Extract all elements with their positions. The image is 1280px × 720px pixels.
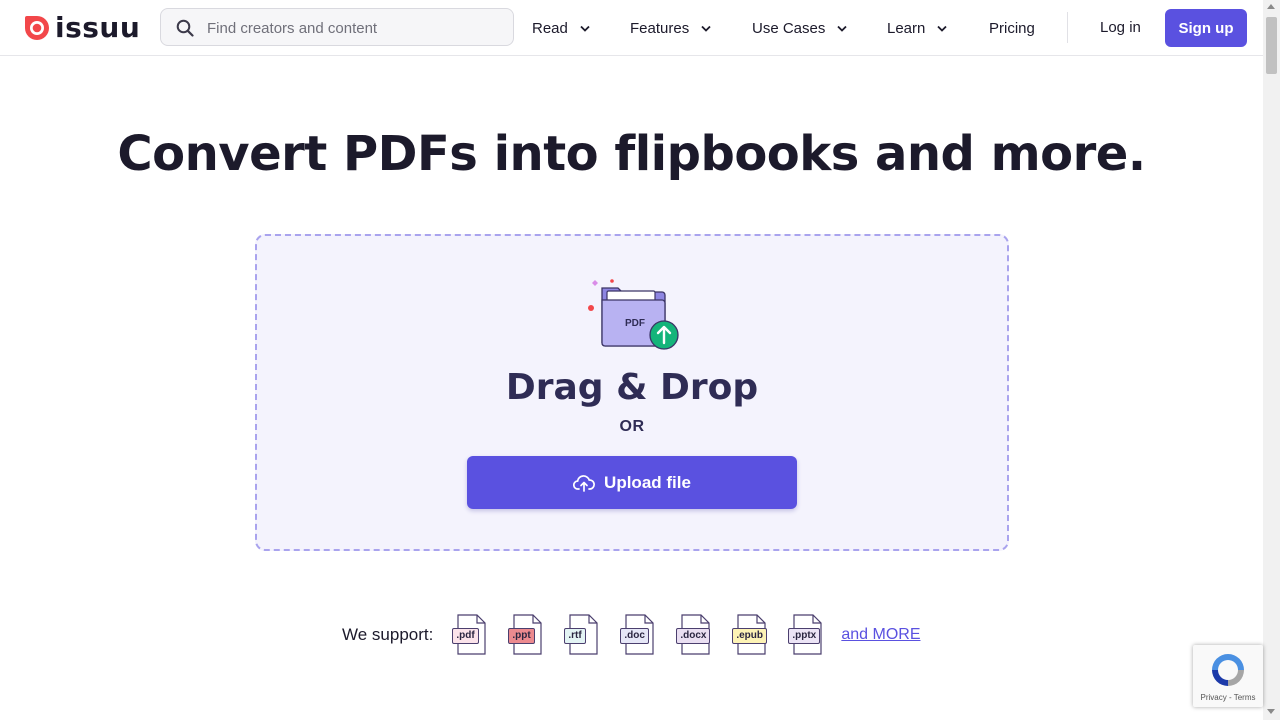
search-input[interactable] bbox=[205, 9, 509, 47]
logo-wordmark: issuu bbox=[55, 11, 141, 44]
file-format-icon: .ppt bbox=[505, 614, 545, 656]
file-format-icon: .pdf bbox=[449, 614, 489, 656]
file-format-icon: .pptx bbox=[785, 614, 825, 656]
more-formats-link[interactable]: and MORE bbox=[841, 626, 920, 644]
nav-learn-label: Learn bbox=[887, 19, 926, 37]
issuu-logo-icon bbox=[25, 16, 49, 40]
scroll-down-arrow-icon[interactable] bbox=[1267, 709, 1275, 714]
format-icon-list: .pdf .ppt .rtf .doc .docx .epub .pptx bbox=[449, 614, 841, 656]
upload-file-button[interactable]: Upload file bbox=[467, 456, 797, 509]
folder-pdf-label: PDF bbox=[625, 318, 645, 329]
chevron-down-icon bbox=[837, 25, 847, 32]
file-format-label: .doc bbox=[620, 628, 649, 644]
issuu-logo[interactable]: issuu bbox=[24, 13, 140, 43]
signup-button[interactable]: Sign up bbox=[1165, 9, 1247, 47]
supported-formats-row: We support: .pdf .ppt .rtf .doc .docx .epub .p… bbox=[342, 614, 920, 656]
file-format-label: .docx bbox=[676, 628, 711, 644]
nav-use-cases-label: Use Cases bbox=[752, 19, 826, 37]
file-format-icon: .doc bbox=[617, 614, 657, 656]
file-format-icon: .rtf bbox=[561, 614, 601, 656]
recaptcha-icon bbox=[1212, 654, 1244, 686]
nav-features-label: Features bbox=[630, 19, 690, 37]
scroll-up-arrow-icon[interactable] bbox=[1267, 4, 1275, 9]
support-label: We support: bbox=[342, 625, 434, 644]
nav-use-cases[interactable]: Use Cases bbox=[752, 16, 847, 40]
chevron-down-icon bbox=[580, 25, 590, 32]
or-separator: OR bbox=[619, 418, 645, 435]
scroll-thumb[interactable] bbox=[1266, 17, 1277, 74]
upload-file-label: Upload file bbox=[604, 472, 691, 492]
nav-read-label: Read bbox=[532, 19, 568, 37]
file-format-label: .ppt bbox=[508, 628, 535, 644]
file-format-label: .pptx bbox=[788, 628, 821, 644]
top-navigation-bar: issuu Read Features Use Cases Learn Pric… bbox=[0, 0, 1263, 56]
file-format-label: .epub bbox=[732, 628, 768, 644]
file-format-icon: .epub bbox=[729, 614, 769, 656]
search-box[interactable] bbox=[160, 8, 514, 47]
nav-learn[interactable]: Learn bbox=[887, 16, 948, 40]
nav-pricing[interactable]: Pricing bbox=[989, 16, 1035, 40]
page-scrollbar[interactable] bbox=[1263, 0, 1280, 720]
nav-features[interactable]: Features bbox=[630, 16, 711, 40]
nav-divider bbox=[1067, 12, 1068, 43]
recaptcha-badge[interactable]: Privacy - Terms bbox=[1193, 645, 1263, 707]
file-format-label: .rtf bbox=[564, 628, 586, 644]
page-title: Convert PDFs into flipbooks and more. bbox=[117, 126, 1146, 182]
login-link[interactable]: Log in bbox=[1100, 16, 1141, 40]
file-format-icon: .docx bbox=[673, 614, 713, 656]
search-icon bbox=[176, 19, 194, 37]
cloud-upload-icon bbox=[573, 474, 595, 492]
chevron-down-icon bbox=[937, 25, 948, 32]
file-format-label: .pdf bbox=[452, 628, 479, 644]
pdf-folder-upload-icon: PDF bbox=[588, 279, 679, 350]
chevron-down-icon bbox=[701, 25, 711, 32]
nav-read[interactable]: Read bbox=[532, 16, 590, 40]
file-dropzone[interactable]: PDF Drag & Drop OR Upload file bbox=[255, 234, 1009, 551]
nav-pricing-label: Pricing bbox=[989, 19, 1035, 37]
drag-drop-title: Drag & Drop bbox=[505, 367, 759, 408]
recaptcha-terms[interactable]: Privacy - Terms bbox=[1193, 693, 1263, 702]
